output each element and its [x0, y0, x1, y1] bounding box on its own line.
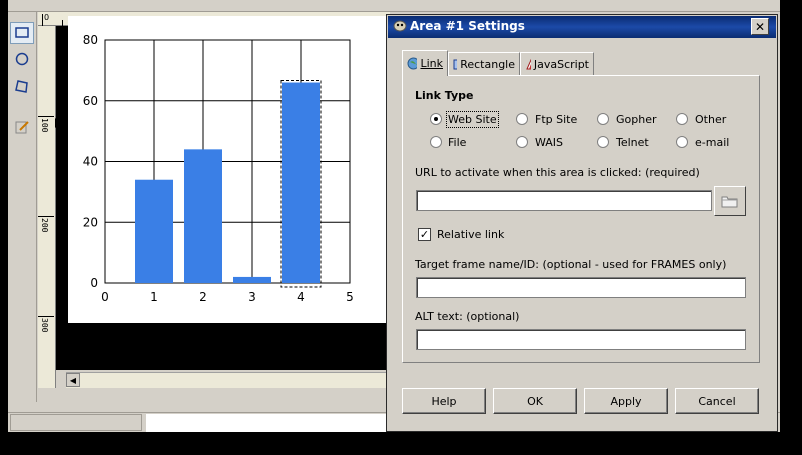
- globe-icon: [407, 57, 418, 70]
- tab-javascript[interactable]: JavaScript: [520, 52, 594, 75]
- web-site-radio[interactable]: [430, 113, 442, 125]
- wais-label: WAIS: [535, 136, 564, 149]
- polygon-tool-icon[interactable]: [10, 76, 34, 98]
- file-radio[interactable]: [430, 136, 442, 148]
- alt-text-input[interactable]: [416, 329, 746, 350]
- javascript-icon: [526, 58, 531, 69]
- x-tick-label: 5: [346, 290, 354, 304]
- help-button[interactable]: Help: [402, 388, 486, 414]
- url-input[interactable]: [416, 190, 712, 211]
- alt-text-label: ALT text: (optional): [415, 310, 520, 323]
- status-pane: [10, 414, 142, 431]
- web-site-label: Web Site: [446, 111, 499, 128]
- ftp-site-radio[interactable]: [516, 113, 528, 125]
- tab-javascript-label: JavaScript: [533, 57, 589, 71]
- edit-tool-icon[interactable]: [10, 116, 34, 138]
- y-tick-label: 80: [83, 33, 98, 47]
- tool-palette: [8, 12, 37, 402]
- tab-rectangle-label: Rectangle: [460, 57, 515, 71]
- ruler-left-label: 200: [40, 218, 49, 233]
- y-tick-label: 20: [83, 215, 98, 229]
- target-frame-label: Target frame name/ID: (optional - used f…: [415, 258, 727, 271]
- other-label: Other: [695, 113, 727, 126]
- app-icon: [393, 20, 407, 32]
- relative-link-checkbox[interactable]: ✓: [418, 228, 431, 241]
- ruler-top-label: 0: [44, 13, 50, 22]
- x-tick-label: 0: [101, 290, 109, 304]
- dialog-title: Area #1 Settings: [410, 19, 525, 33]
- gopher-radio[interactable]: [597, 113, 609, 125]
- bar: [184, 149, 222, 283]
- telnet-radio[interactable]: [597, 136, 609, 148]
- link-type-heading: Link Type: [415, 89, 474, 102]
- help-button-label: Help: [431, 394, 457, 408]
- target-frame-input[interactable]: [416, 277, 746, 298]
- url-label: URL to activate when this area is clicke…: [415, 166, 700, 179]
- tab-link[interactable]: Link: [402, 50, 448, 76]
- x-tick-label: 2: [199, 290, 207, 304]
- ruler-left-label: 300: [40, 318, 49, 333]
- tab-rectangle[interactable]: Rectangle: [448, 52, 520, 75]
- status-pane: [146, 414, 386, 432]
- tab-link-label: Link: [420, 57, 443, 70]
- cancel-button[interactable]: Cancel: [675, 388, 759, 414]
- email-radio[interactable]: [676, 136, 688, 148]
- x-tick-label: 1: [150, 290, 158, 304]
- apply-button[interactable]: Apply: [584, 388, 668, 414]
- y-tick-label: 60: [83, 94, 98, 108]
- folder-icon: [721, 196, 738, 208]
- ok-button[interactable]: OK: [493, 388, 577, 414]
- email-label: e-mail: [695, 136, 730, 149]
- bar: [135, 179, 173, 283]
- ftp-site-label: Ftp Site: [535, 113, 578, 126]
- horizontal-scrollbar[interactable]: [66, 372, 390, 388]
- ruler-left: 100 200 300: [38, 26, 61, 388]
- bar: [282, 82, 320, 284]
- ok-button-label: OK: [527, 394, 543, 408]
- browse-button[interactable]: [714, 186, 746, 216]
- chart-image[interactable]: 0 1 2 3 4 5 0 20 40 60 80: [68, 16, 386, 323]
- close-button[interactable]: ✕: [751, 18, 769, 35]
- editor-top-strip: [8, 0, 780, 12]
- file-label: File: [448, 136, 467, 149]
- ruler-left-label: 100: [40, 118, 49, 133]
- y-tick-label: 40: [83, 155, 98, 169]
- gopher-label: Gopher: [616, 113, 657, 126]
- relative-link-label: Relative link: [437, 228, 505, 241]
- x-tick-label: 3: [248, 290, 256, 304]
- rectangle-tool-icon[interactable]: [10, 22, 34, 44]
- close-icon: ✕: [754, 19, 766, 34]
- circle-tool-icon[interactable]: [10, 48, 34, 70]
- bar: [233, 276, 271, 283]
- y-tick-label: 0: [90, 276, 98, 290]
- scroll-left-button[interactable]: ◀: [66, 373, 80, 387]
- rectangle-icon: [453, 59, 458, 69]
- x-tick-label: 4: [297, 290, 305, 304]
- apply-button-label: Apply: [610, 394, 642, 408]
- wais-radio[interactable]: [516, 136, 528, 148]
- cancel-button-label: Cancel: [698, 394, 736, 408]
- other-radio[interactable]: [676, 113, 688, 125]
- telnet-label: Telnet: [616, 136, 649, 149]
- bar-chart: 0 1 2 3 4 5 0 20 40 60 80: [83, 33, 354, 304]
